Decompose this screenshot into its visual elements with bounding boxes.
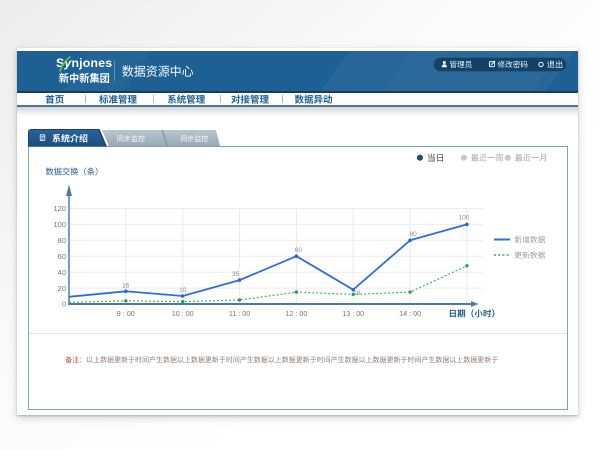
svg-text:12 : 00: 12 : 00: [285, 309, 307, 318]
svg-text:100: 100: [458, 214, 469, 221]
svg-text:13 : 00: 13 : 00: [342, 309, 364, 318]
svg-text:18: 18: [353, 290, 361, 297]
svg-text:60: 60: [58, 252, 66, 261]
svg-text:60: 60: [295, 247, 303, 254]
svg-text:80: 80: [58, 236, 66, 245]
svg-text:80: 80: [409, 231, 417, 238]
svg-text:0: 0: [62, 300, 66, 309]
svg-text:11 : 00: 11 : 00: [229, 309, 250, 318]
svg-text:40: 40: [58, 268, 66, 277]
svg-text:100: 100: [53, 220, 66, 229]
svg-text:16: 16: [122, 282, 130, 289]
svg-text:120: 120: [53, 204, 66, 213]
svg-text:20: 20: [58, 284, 66, 293]
svg-text:10: 10: [179, 287, 187, 294]
svg-text:14 : 00: 14 : 00: [399, 309, 421, 318]
svg-text:10 : 00: 10 : 00: [172, 309, 194, 318]
svg-text:35: 35: [232, 271, 240, 278]
svg-text:9 : 00: 9 : 00: [117, 309, 135, 318]
